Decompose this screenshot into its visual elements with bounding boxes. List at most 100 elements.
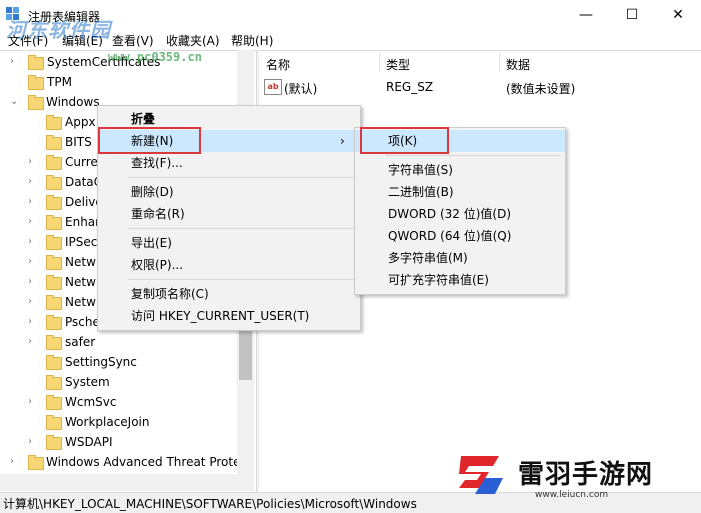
menu-view[interactable]: 查看(V) bbox=[112, 32, 154, 49]
submenu-binary-label: 二进制值(B) bbox=[388, 185, 454, 199]
tree-item-label: BITS bbox=[65, 135, 92, 149]
ctx-export-label: 导出(E) bbox=[131, 236, 172, 250]
tree-item-label: SettingSync bbox=[65, 355, 137, 369]
chevron-right-icon[interactable]: › bbox=[28, 192, 32, 212]
ctx-find-label: 查找(F)... bbox=[131, 156, 183, 170]
ctx-permissions-label: 权限(P)... bbox=[131, 258, 184, 272]
brand-logo-icon bbox=[459, 456, 503, 494]
folder-open-icon bbox=[28, 95, 44, 110]
ctx-rename-label: 重命名(R) bbox=[131, 207, 185, 221]
tree-item-label: Netw bbox=[65, 295, 96, 309]
ctx-copy-key-name[interactable]: 复制项名称(C) bbox=[98, 283, 360, 305]
folder-icon bbox=[46, 375, 62, 390]
submenu-expandable-string-label: 可扩充字符串值(E) bbox=[388, 273, 489, 287]
annotation-highlight-new bbox=[98, 127, 201, 154]
folder-icon bbox=[46, 235, 62, 250]
chevron-right-icon[interactable]: › bbox=[10, 452, 14, 472]
chevron-right-icon[interactable]: › bbox=[28, 252, 32, 272]
submenu-multi-string-label: 多字符串值(M) bbox=[388, 251, 468, 265]
column-divider[interactable] bbox=[499, 52, 500, 72]
tree-item-label: safer bbox=[65, 335, 96, 349]
tree-item-label: TPM bbox=[47, 75, 72, 89]
tree-item-label: Appx bbox=[65, 115, 96, 129]
tree-item-label: WcmSvc bbox=[65, 395, 117, 409]
chevron-right-icon[interactable]: › bbox=[28, 172, 32, 192]
tree-item-label: Psche bbox=[65, 315, 100, 329]
tree-item-label: Windows Advanced Threat Prote bbox=[46, 455, 241, 469]
submenu-dword-value[interactable]: DWORD (32 位)值(D) bbox=[355, 203, 565, 225]
ctx-rename[interactable]: 重命名(R) bbox=[98, 203, 360, 225]
chevron-right-icon[interactable]: › bbox=[28, 232, 32, 252]
close-button[interactable]: ✕ bbox=[655, 0, 701, 30]
chevron-down-icon[interactable]: ⌄ bbox=[10, 92, 18, 112]
folder-icon bbox=[46, 155, 62, 170]
chevron-right-icon[interactable]: › bbox=[28, 272, 32, 292]
folder-icon bbox=[46, 135, 62, 150]
string-value-icon: ab bbox=[264, 79, 282, 95]
ctx-delete-label: 删除(D) bbox=[131, 185, 174, 199]
column-header-type[interactable]: 类型 bbox=[386, 56, 410, 73]
ctx-export[interactable]: 导出(E) bbox=[98, 232, 360, 254]
submenu-qword-label: QWORD (64 位)值(Q) bbox=[388, 229, 512, 243]
chevron-right-icon[interactable]: › bbox=[28, 212, 32, 232]
tree-item-label: Enhar bbox=[65, 215, 101, 229]
chevron-right-icon[interactable]: › bbox=[28, 312, 32, 332]
folder-icon bbox=[28, 455, 44, 470]
chevron-right-icon[interactable]: › bbox=[28, 432, 32, 452]
ctx-copy-key-name-label: 复制项名称(C) bbox=[131, 287, 209, 301]
column-header-data[interactable]: 数据 bbox=[506, 56, 530, 73]
ctx-delete[interactable]: 删除(D) bbox=[98, 181, 360, 203]
folder-icon bbox=[46, 435, 62, 450]
maximize-button[interactable]: ☐ bbox=[609, 0, 655, 30]
submenu-string-label: 字符串值(S) bbox=[388, 163, 453, 177]
watermark-site-name: 河东软件园 bbox=[6, 18, 111, 42]
minimize-button[interactable]: — bbox=[563, 0, 609, 30]
ctx-visit-label: 访问 HKEY_CURRENT_USER(T) bbox=[131, 309, 310, 323]
watermark-site-url: www.pc0359.cn bbox=[108, 50, 202, 64]
tree-item-label: Netw bbox=[65, 275, 96, 289]
chevron-right-icon[interactable]: › bbox=[28, 152, 32, 172]
folder-icon bbox=[46, 415, 62, 430]
tree-scroll-thumb[interactable] bbox=[239, 330, 252, 380]
submenu-string-value[interactable]: 字符串值(S) bbox=[355, 159, 565, 181]
ctx-find[interactable]: 查找(F)... bbox=[98, 152, 360, 174]
menu-separator bbox=[128, 279, 356, 280]
menu-help[interactable]: 帮助(H) bbox=[231, 32, 273, 49]
tree-horizontal-scrollbar[interactable] bbox=[0, 474, 254, 491]
menu-favorites[interactable]: 收藏夹(A) bbox=[166, 32, 220, 49]
folder-icon bbox=[46, 315, 62, 330]
value-data: (数值未设置) bbox=[506, 82, 576, 96]
folder-icon bbox=[46, 355, 62, 370]
tree-item-label: System bbox=[65, 375, 110, 389]
brand-name: 雷羽手游网 bbox=[518, 460, 654, 490]
submenu-expandable-string-value[interactable]: 可扩充字符串值(E) bbox=[355, 269, 565, 291]
tree-item-label: WorkplaceJoin bbox=[65, 415, 150, 429]
chevron-right-icon[interactable]: › bbox=[28, 332, 32, 352]
submenu-qword-value[interactable]: QWORD (64 位)值(Q) bbox=[355, 225, 565, 247]
folder-icon bbox=[46, 395, 62, 410]
status-path: 计算机\HKEY_LOCAL_MACHINE\SOFTWARE\Policies… bbox=[3, 497, 417, 511]
submenu-binary-value[interactable]: 二进制值(B) bbox=[355, 181, 565, 203]
tree-item-label: Netw bbox=[65, 255, 96, 269]
folder-icon bbox=[46, 215, 62, 230]
chevron-right-icon: › bbox=[340, 134, 345, 148]
ctx-visit-hkcu[interactable]: 访问 HKEY_CURRENT_USER(T) bbox=[98, 305, 360, 327]
value-type: REG_SZ bbox=[386, 80, 434, 94]
submenu-dword-label: DWORD (32 位)值(D) bbox=[388, 207, 511, 221]
submenu-multi-string-value[interactable]: 多字符串值(M) bbox=[355, 247, 565, 269]
column-header-name[interactable]: 名称 bbox=[266, 56, 290, 73]
chevron-right-icon[interactable]: › bbox=[28, 292, 32, 312]
chevron-right-icon[interactable]: › bbox=[10, 52, 14, 72]
folder-icon bbox=[46, 335, 62, 350]
menu-separator bbox=[128, 177, 356, 178]
folder-icon bbox=[46, 115, 62, 130]
ctx-permissions[interactable]: 权限(P)... bbox=[98, 254, 360, 276]
value-name[interactable]: (默认) bbox=[284, 80, 317, 97]
brand-url: www.leiucn.com bbox=[535, 490, 609, 500]
chevron-right-icon[interactable]: › bbox=[28, 392, 32, 412]
tree-item-label: WSDAPI bbox=[65, 435, 113, 449]
folder-icon bbox=[46, 195, 62, 210]
folder-icon bbox=[46, 295, 62, 310]
tree-item-label: IPSec bbox=[65, 235, 98, 249]
column-divider[interactable] bbox=[379, 52, 380, 72]
